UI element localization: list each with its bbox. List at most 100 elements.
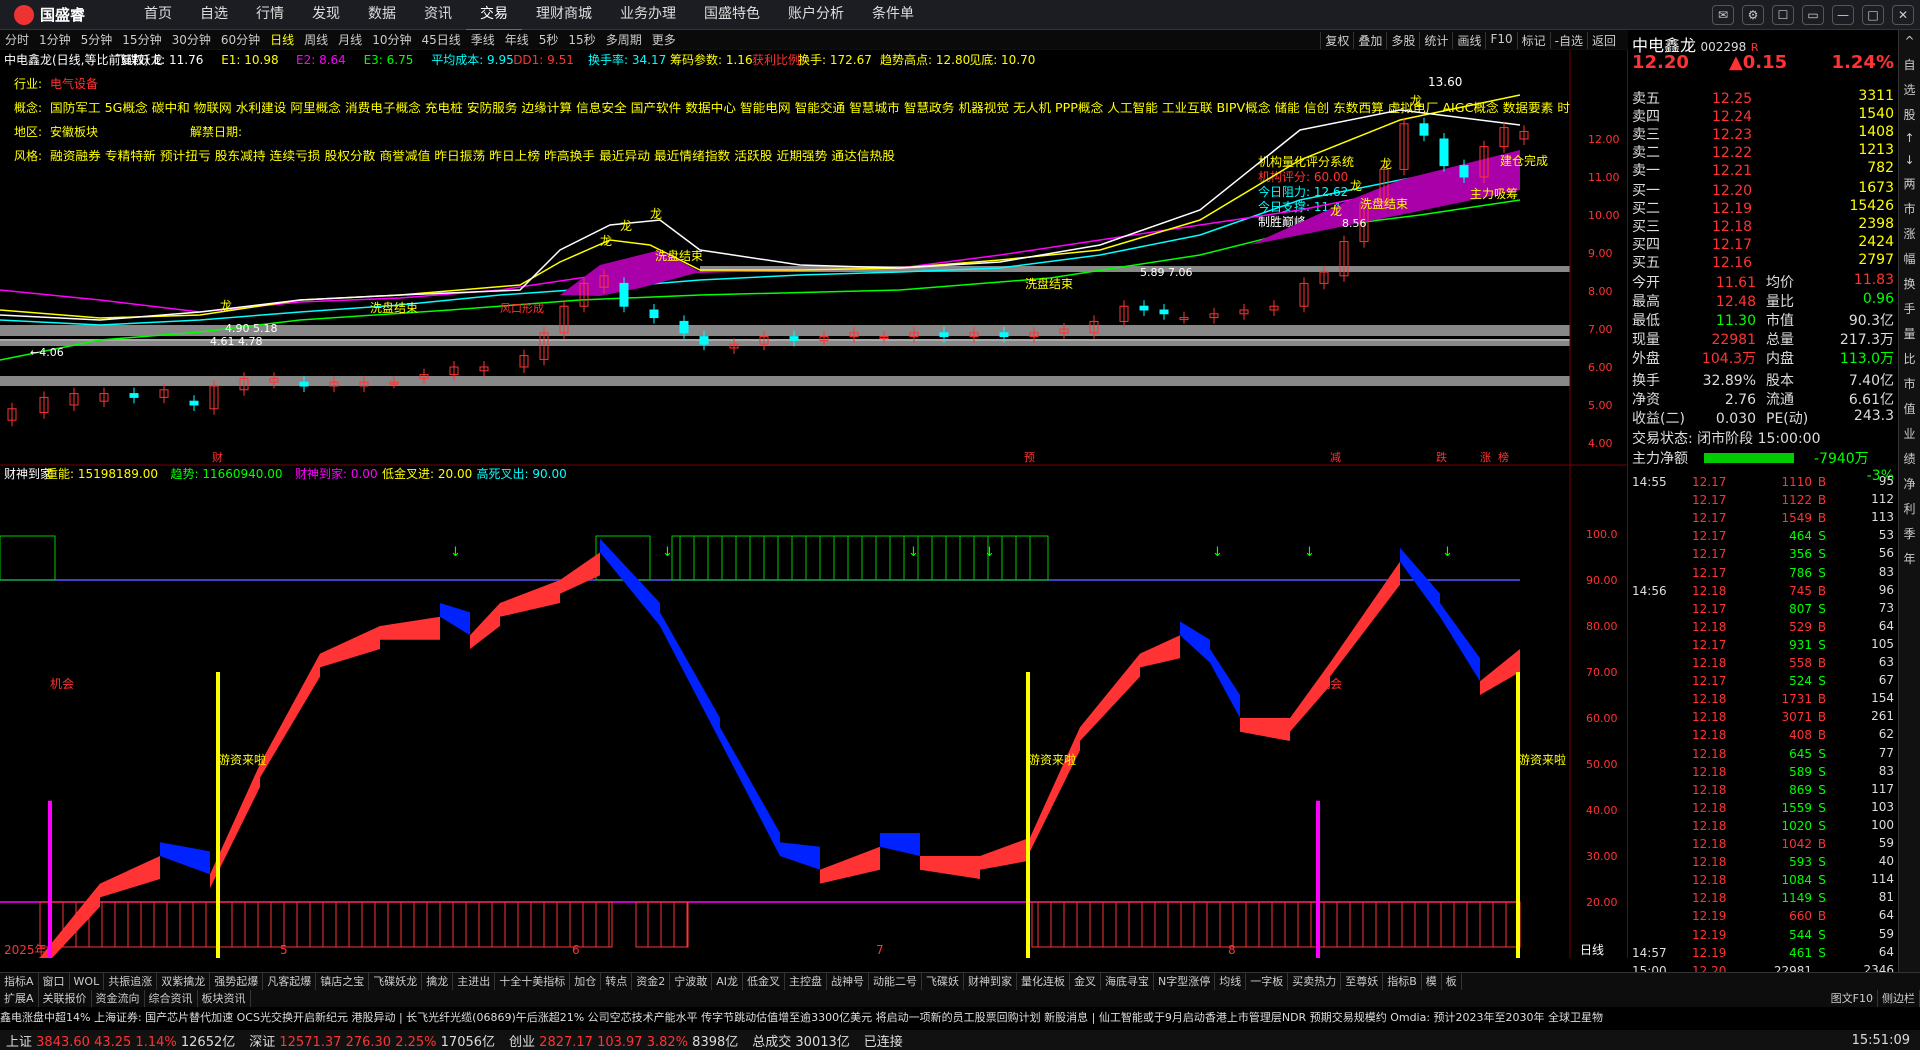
side-icon-11[interactable]: 手 [1903, 296, 1915, 321]
side-icon-12[interactable]: 量 [1903, 321, 1915, 346]
period-4[interactable]: 30分钟 [167, 31, 216, 48]
ind-tab-31[interactable]: 指标B [1383, 973, 1422, 990]
side-icon-21[interactable]: 年 [1903, 546, 1915, 571]
chart-tool-3[interactable]: 统计 [1419, 32, 1452, 49]
ind-tab-22[interactable]: 财神到家 [964, 973, 1017, 990]
period-3[interactable]: 15分钟 [117, 31, 166, 48]
menu-8[interactable]: 业务办理 [606, 0, 690, 31]
ind-tab-33[interactable]: 板 [1442, 973, 1462, 990]
ind-tab-24[interactable]: 金叉 [1070, 973, 1101, 990]
side-icon-15[interactable]: 值 [1903, 396, 1915, 421]
ind-tab-1[interactable]: 窗口 [39, 973, 70, 990]
menu-5[interactable]: 资讯 [410, 0, 466, 31]
period-13[interactable]: 5秒 [534, 31, 564, 48]
info-tab-2[interactable]: 资金流向 [92, 990, 145, 1007]
side-icon-14[interactable]: 市 [1903, 371, 1915, 396]
chart-tool-0[interactable]: 复权 [1320, 32, 1353, 49]
chart-tool-2[interactable]: 多股 [1386, 32, 1419, 49]
side-icon-18[interactable]: 净 [1903, 471, 1915, 496]
side-icon-0[interactable]: ^ [1904, 30, 1914, 52]
ind-tab-2[interactable]: WOL [70, 973, 105, 990]
ind-tab-25[interactable]: 海底寻宝 [1101, 973, 1154, 990]
ind-tab-13[interactable]: 转点 [601, 973, 633, 990]
ind-tab-15[interactable]: 宁波敢 [670, 973, 713, 990]
menu-0[interactable]: 首页 [130, 0, 186, 31]
side-icon-16[interactable]: 业 [1903, 421, 1915, 446]
period-8[interactable]: 月线 [333, 31, 367, 48]
chart-tool-8[interactable]: 返回 [1586, 32, 1620, 49]
side-icon-19[interactable]: 利 [1903, 496, 1915, 521]
period-7[interactable]: 周线 [299, 31, 333, 48]
side-icon-17[interactable]: 绩 [1903, 446, 1915, 471]
ind-tab-26[interactable]: N字型涨停 [1154, 973, 1216, 990]
ind-tab-7[interactable]: 镇店之宝 [316, 973, 370, 990]
index-1[interactable]: 深证 12571.37 276.30 2.25% 17056亿 [249, 1031, 495, 1050]
maximize-icon[interactable]: □ [1862, 5, 1884, 25]
side-icon-5[interactable]: ↓ [1904, 149, 1914, 171]
info-tab-4[interactable]: 板块资讯 [198, 990, 251, 1007]
window-icon[interactable]: ▭ [1802, 5, 1824, 25]
kline-chart-area[interactable]: 中电鑫龙(日线,等比前复权) 飞碟妖龙 E: 11.76 E1: 10.98 E2: 8… [0, 50, 1628, 994]
side-icon-6[interactable]: 两 [1903, 171, 1915, 196]
info-tab-3[interactable]: 综合资讯 [145, 990, 198, 1007]
ind-tab-12[interactable]: 加仓 [570, 973, 602, 990]
period-10[interactable]: 45日线 [416, 31, 465, 48]
ind-tab-6[interactable]: 凡客起爆 [263, 973, 317, 990]
menu-11[interactable]: 条件单 [858, 0, 928, 31]
info-tab-0[interactable]: 扩展A [0, 990, 39, 1007]
period-1[interactable]: 1分钟 [34, 31, 76, 48]
menu-3[interactable]: 发现 [298, 0, 354, 31]
menu-1[interactable]: 自选 [186, 0, 242, 31]
period-2[interactable]: 5分钟 [76, 31, 118, 48]
ind-tab-19[interactable]: 战神号 [827, 973, 869, 990]
chart-tool-5[interactable]: F10 [1485, 32, 1516, 49]
ind-tab-3[interactable]: 共振追涨 [104, 973, 158, 990]
side-icon-20[interactable]: 季 [1903, 521, 1915, 546]
period-9[interactable]: 10分钟 [367, 31, 416, 48]
bottom-right-0[interactable]: 图文F10 [1827, 990, 1878, 1007]
side-icon-9[interactable]: 幅 [1903, 246, 1915, 271]
index-2[interactable]: 创业 2827.17 103.97 3.82% 8398亿 [509, 1031, 738, 1050]
side-icon-3[interactable]: 股 [1903, 102, 1915, 127]
index-0[interactable]: 上证 3843.60 43.25 1.14% 12652亿 [6, 1031, 235, 1050]
menu-9[interactable]: 国盛特色 [690, 0, 774, 31]
ind-tab-21[interactable]: 飞碟妖 [922, 973, 964, 990]
settings-icon[interactable]: ⚙ [1742, 5, 1764, 25]
ind-tab-16[interactable]: AI龙 [712, 973, 743, 990]
ind-tab-18[interactable]: 主控盘 [785, 973, 827, 990]
ind-tab-4[interactable]: 双紫擒龙 [157, 973, 211, 990]
period-12[interactable]: 年线 [500, 31, 534, 48]
ind-tab-30[interactable]: 至尊妖 [1341, 973, 1384, 990]
close-icon[interactable]: ✕ [1892, 5, 1914, 25]
news-ticker[interactable]: 鑫电涨盘中超14% 上海证券: 国产芯片替代加速 OCS光交换开启新纪元 港股异… [0, 1008, 1920, 1028]
period-5[interactable]: 60分钟 [216, 31, 265, 48]
ind-tab-9[interactable]: 擒龙 [422, 973, 454, 990]
ind-tab-23[interactable]: 量化连板 [1017, 973, 1070, 990]
ind-tab-5[interactable]: 强势起爆 [210, 973, 264, 990]
message-icon[interactable]: ✉ [1712, 5, 1734, 25]
side-icon-2[interactable]: 选 [1903, 77, 1915, 102]
ind-tab-29[interactable]: 买卖热力 [1288, 973, 1342, 990]
menu-10[interactable]: 账户分析 [774, 0, 858, 31]
period-11[interactable]: 季线 [466, 31, 500, 48]
chart-tool-6[interactable]: 标记 [1516, 32, 1550, 49]
ind-tab-28[interactable]: 一字板 [1246, 973, 1289, 990]
menu-7[interactable]: 理财商城 [522, 0, 606, 31]
ind-tab-32[interactable]: 模 [1422, 973, 1442, 990]
side-icon-8[interactable]: 涨 [1903, 221, 1915, 246]
period-6[interactable]: 日线 [265, 31, 299, 48]
chart-tool-4[interactable]: 画线 [1452, 32, 1485, 49]
menu-4[interactable]: 数据 [354, 0, 410, 31]
skin-icon[interactable]: ☐ [1772, 5, 1794, 25]
menu-2[interactable]: 行情 [242, 0, 298, 31]
kline-svg[interactable]: 中电鑫龙(日线,等比前复权)飞碟妖龙E: 11.76 E1: 10.98 E2: 8… [0, 50, 1628, 994]
chart-tool-1[interactable]: 叠加 [1353, 32, 1386, 49]
ind-tab-20[interactable]: 动能二号 [869, 973, 922, 990]
ind-tab-17[interactable]: 低金叉 [743, 973, 785, 990]
period-16[interactable]: 更多 [647, 31, 681, 48]
menu-6[interactable]: 交易 [466, 0, 522, 31]
ind-tab-14[interactable]: 资金2 [632, 973, 671, 990]
period-0[interactable]: 分时 [0, 31, 34, 48]
ind-tab-11[interactable]: 十全十美指标 [495, 973, 571, 990]
ind-tab-8[interactable]: 飞碟妖龙 [369, 973, 423, 990]
